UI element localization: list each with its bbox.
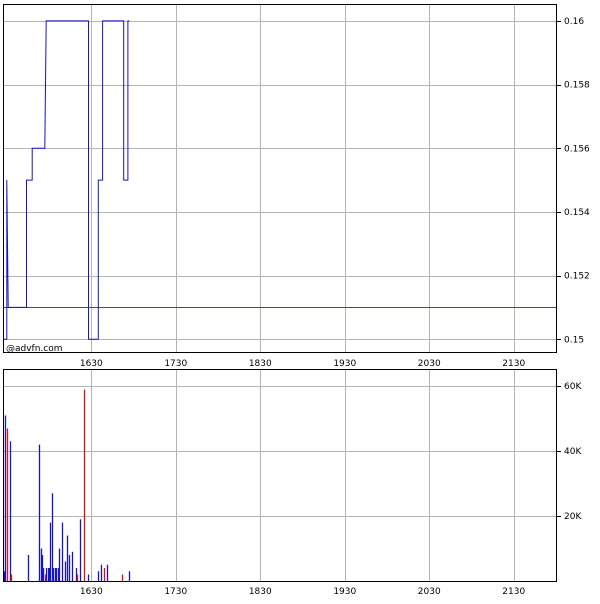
volume-x-tick-label: 1930 <box>333 587 356 597</box>
volume-panel-frame <box>3 369 557 582</box>
price-y-tick-label: 0.154 <box>564 208 590 218</box>
price-x-axis: 1630 1730 1830 1930 2030 2130 <box>80 359 526 369</box>
volume-x-tick-label: 1730 <box>164 587 187 597</box>
price-x-tick-label: 1930 <box>333 359 356 369</box>
price-x-tick-label: 2030 <box>418 359 441 369</box>
price-y-tick-label: 0.16 <box>564 17 584 27</box>
volume-x-axis: 1630 1730 1830 1930 2030 2130 <box>80 587 526 597</box>
price-x-tick-label: 1830 <box>249 359 272 369</box>
price-y-tick-label: 0.156 <box>564 144 590 154</box>
chart-svg: 0.15 0.152 0.154 0.156 0.158 0.16 1630 1730 183… <box>3 4 590 597</box>
volume-y-tick-label: 20K <box>564 512 582 522</box>
price-y-tick-label: 0.152 <box>564 272 590 282</box>
volume-x-tick-label: 1830 <box>249 587 272 597</box>
price-panel: 0.15 0.152 0.154 0.156 0.158 0.16 1630 1730 183… <box>3 4 590 369</box>
price-y-tick-label: 0.15 <box>564 335 584 345</box>
price-y-axis: 0.15 0.152 0.154 0.156 0.158 0.16 <box>556 17 590 345</box>
price-panel-frame <box>3 4 557 353</box>
price-grid <box>4 5 556 352</box>
volume-y-tick-label: 60K <box>564 382 582 392</box>
watermark: @advfn.com <box>6 344 63 354</box>
price-x-tick-label: 1630 <box>80 359 103 369</box>
price-x-tick-label: 1730 <box>164 359 187 369</box>
price-series-line <box>4 20 130 340</box>
volume-bars <box>3 389 131 581</box>
volume-y-tick-label: 40K <box>564 447 582 457</box>
advfn-chart: 0.15 0.152 0.154 0.156 0.158 0.16 1630 1730 183… <box>0 0 600 600</box>
volume-x-tick-label: 2030 <box>418 587 441 597</box>
volume-grid <box>4 370 556 581</box>
volume-x-tick-label: 1630 <box>80 587 103 597</box>
volume-panel: 20K 40K 60K 1630 1730 1830 1930 2030 2130 <box>3 369 582 597</box>
price-y-tick-label: 0.158 <box>564 81 590 91</box>
volume-y-axis: 20K 40K 60K <box>556 382 582 522</box>
price-x-tick-label: 2130 <box>502 359 525 369</box>
volume-x-tick-label: 2130 <box>502 587 525 597</box>
